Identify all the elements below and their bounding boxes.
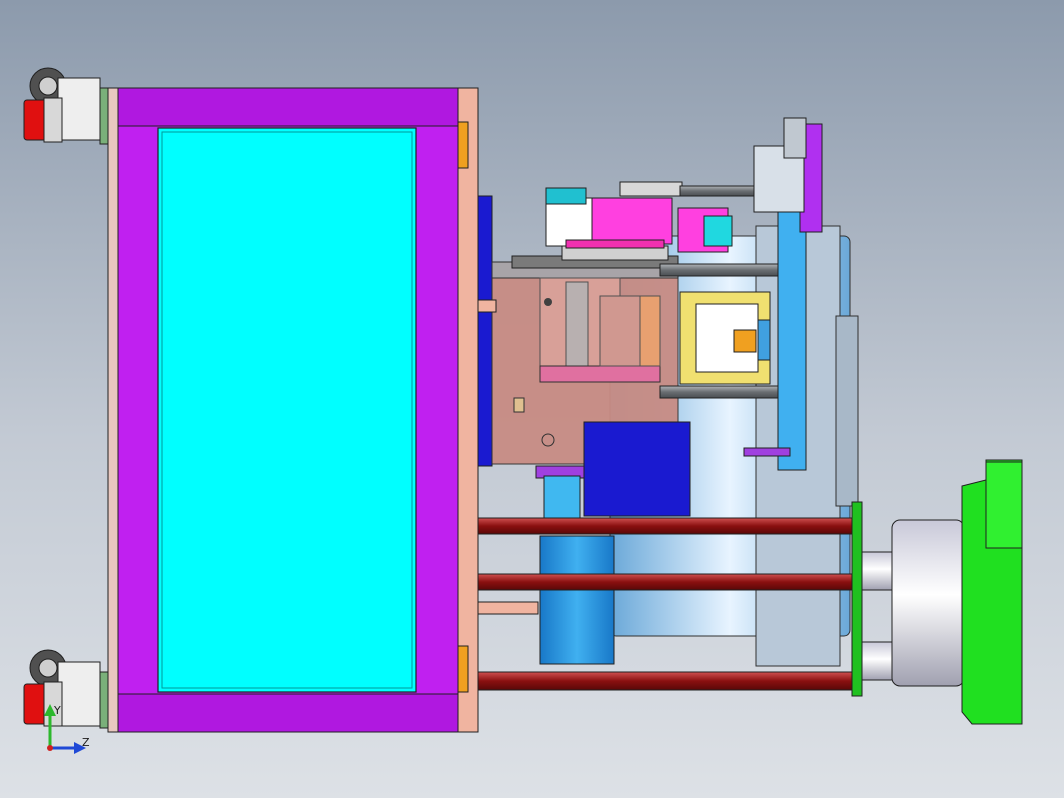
plate-pad-top: [457, 121, 469, 169]
frame-inner-rail-top: [117, 87, 459, 127]
back-plate[interactable]: [457, 87, 479, 733]
frame-left-cap: [107, 87, 119, 733]
frame-inner-rail-bottom: [117, 693, 459, 733]
plate-pad-bottom: [457, 645, 469, 693]
control-box[interactable]: [583, 421, 691, 517]
glass-panel[interactable]: [157, 127, 417, 693]
barrel: [891, 519, 965, 687]
triad-y-label: Y: [53, 704, 61, 717]
caster-mount: [57, 661, 101, 727]
cavity-unit[interactable]: [679, 291, 771, 385]
caster-bottom[interactable]: [23, 649, 109, 729]
frame-assembly[interactable]: [107, 87, 459, 733]
green-flange: [851, 501, 863, 697]
blue-clamp-plate: [477, 195, 493, 467]
caster-mount: [57, 77, 101, 141]
pink-actuator: [591, 197, 673, 245]
cad-viewport[interactable]: Y Z: [0, 0, 1064, 798]
caster-top[interactable]: [23, 67, 109, 145]
injection-unit[interactable]: [851, 459, 1023, 725]
triad-z-label: Z: [82, 736, 90, 749]
